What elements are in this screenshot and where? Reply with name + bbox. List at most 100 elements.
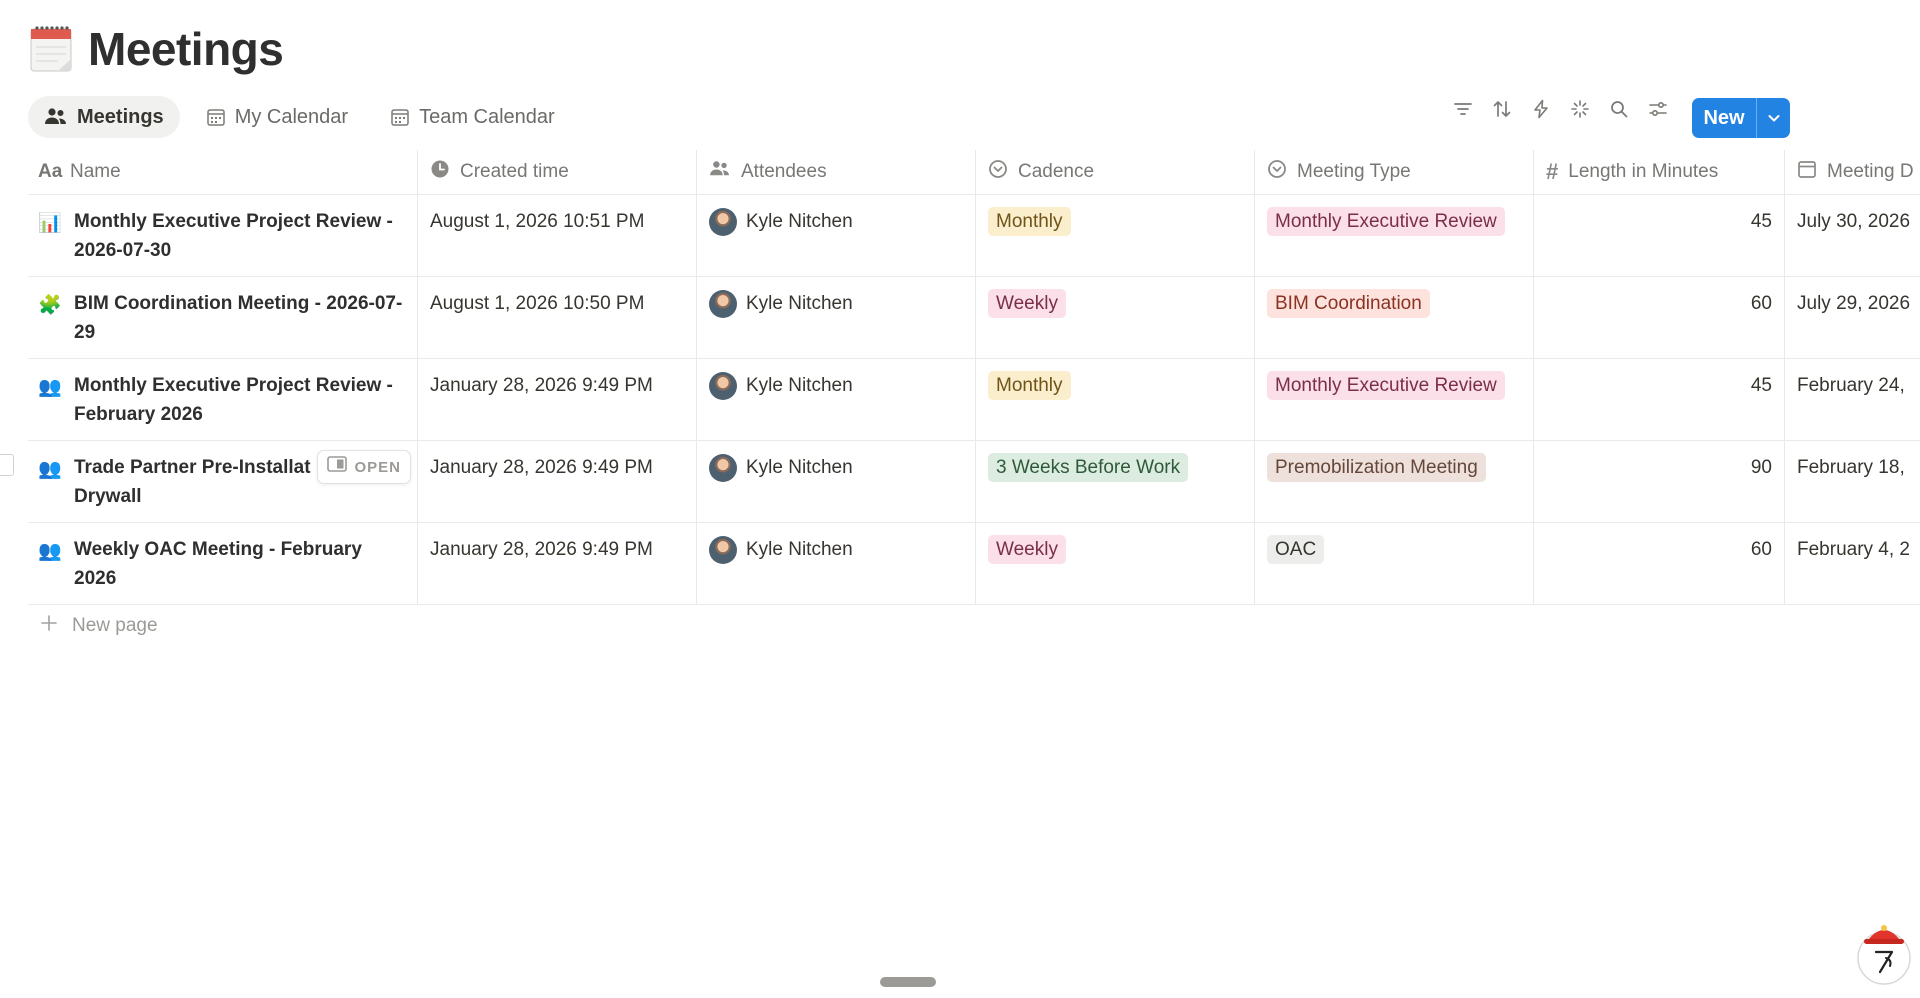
created-time-cell[interactable]: August 1, 2026 10:50 PM [418,277,697,358]
cadence-cell[interactable]: Weekly [976,523,1255,604]
meeting-date-cell[interactable]: July 30, 2026 [1785,195,1920,276]
select-icon [1267,159,1287,185]
column-label: Cadence [1018,161,1095,182]
length-cell[interactable]: 60 [1534,523,1785,604]
calendar-page-icon[interactable] [28,23,76,75]
meeting-date-cell[interactable]: February 18, [1785,441,1920,522]
people-icon [709,160,731,184]
meeting-date-cell[interactable]: February 24, [1785,359,1920,440]
people-icon: 👥 [38,459,62,480]
table-row[interactable]: 👥 Monthly Executive Project Review - Feb… [28,359,1920,441]
attendees-cell[interactable]: Kyle Nitchen [697,195,976,276]
table-row[interactable]: 📊 Monthly Executive Project Review - 202… [28,195,1920,277]
created-time-cell[interactable]: January 28, 2026 9:49 PM [418,523,697,604]
length-cell[interactable]: 45 [1534,359,1785,440]
number-type-icon: # [1546,159,1559,184]
open-page-button[interactable]: OPEN [317,450,411,484]
table-row[interactable]: 🧩 BIM Coordination Meeting - 2026-07-29 … [28,277,1920,359]
meeting-name[interactable]: Monthly Executive Project Review - 2026-… [74,207,405,276]
meeting-type-cell[interactable]: Monthly Executive Review [1255,195,1534,276]
avatar [709,289,737,318]
column-label: Meeting Type [1297,161,1411,182]
column-header-meeting-type[interactable]: Meeting Type [1255,150,1534,194]
help-assistant-icon[interactable] [1854,914,1914,986]
bar-chart-icon: 📊 [38,213,62,234]
attendee-name: Kyle Nitchen [746,211,853,232]
meeting-date-cell[interactable]: July 29, 2026 [1785,277,1920,358]
page-title: Meetings [88,23,284,75]
attendees-cell[interactable]: Kyle Nitchen [697,441,976,522]
sort-icon[interactable] [1491,98,1513,120]
table-row[interactable]: 👥 Trade Partner Pre-Installat Meeting - … [28,441,1920,523]
meeting-type-cell[interactable]: Monthly Executive Review [1255,359,1534,440]
people-icon: 👥 [38,541,62,562]
created-time-cell[interactable]: August 1, 2026 10:51 PM [418,195,697,276]
meeting-name[interactable]: Weekly OAC Meeting - February 2026 [74,535,405,604]
people-icon: 👥 [38,377,62,398]
attendee-name: Kyle Nitchen [746,375,853,396]
meeting-type-cell[interactable]: OAC [1255,523,1534,604]
length-cell[interactable]: 90 [1534,441,1785,522]
avatar [709,207,737,236]
search-icon[interactable] [1608,98,1630,120]
meeting-type-tag: Monthly Executive Review [1267,371,1505,400]
attendee-name: Kyle Nitchen [746,539,853,560]
tab-team-calendar[interactable]: Team Calendar [374,96,571,138]
table-row[interactable]: 👥 Weekly OAC Meeting - February 2026 Jan… [28,523,1920,605]
new-button[interactable]: New [1692,98,1790,138]
attendee-name: Kyle Nitchen [746,457,853,478]
column-header-cadence[interactable]: Cadence [976,150,1255,194]
created-time-cell[interactable]: January 28, 2026 9:49 PM [418,359,697,440]
calendar-icon [1797,159,1817,185]
scroll-handle[interactable] [880,977,936,987]
cadence-cell[interactable]: 3 Weeks Before Work [976,441,1255,522]
column-header-meeting-date[interactable]: Meeting D [1785,150,1920,194]
attendees-cell[interactable]: Kyle Nitchen [697,359,976,440]
name-cell[interactable]: 👥 Weekly OAC Meeting - February 2026 [28,523,418,604]
name-cell[interactable]: 🧩 BIM Coordination Meeting - 2026-07-29 [28,277,418,358]
people-icon [44,107,68,127]
settings-icon[interactable] [1647,98,1669,120]
tab-label: My Calendar [234,105,349,128]
cadence-cell[interactable]: Monthly [976,195,1255,276]
created-time-cell[interactable]: January 28, 2026 9:49 PM [418,441,697,522]
name-cell[interactable]: 👥 Trade Partner Pre-Installat Meeting - … [28,441,418,522]
new-page-button[interactable]: New page [40,614,158,638]
column-header-created-time[interactable]: Created time [418,150,697,194]
attendees-cell[interactable]: Kyle Nitchen [697,277,976,358]
row-select-checkbox[interactable] [0,454,14,476]
column-header-attendees[interactable]: Attendees [697,150,976,194]
tab-my-calendar[interactable]: My Calendar [190,96,364,138]
cadence-cell[interactable]: Monthly [976,359,1255,440]
column-header-length[interactable]: # Length in Minutes [1534,150,1785,194]
select-icon [988,159,1008,185]
length-cell[interactable]: 45 [1534,195,1785,276]
length-cell[interactable]: 60 [1534,277,1785,358]
ai-sparkle-icon[interactable] [1569,98,1591,120]
chevron-down-icon[interactable] [1757,110,1790,126]
column-label: Attendees [741,161,827,182]
filter-icon[interactable] [1452,98,1474,120]
attendee-name: Kyle Nitchen [746,293,853,314]
avatar [709,371,737,400]
name-cell[interactable]: 👥 Monthly Executive Project Review - Feb… [28,359,418,440]
cadence-tag: Monthly [988,207,1071,236]
cadence-tag: 3 Weeks Before Work [988,453,1189,482]
cadence-cell[interactable]: Weekly [976,277,1255,358]
cadence-tag: Weekly [988,535,1066,564]
tab-label: Team Calendar [419,105,555,128]
meeting-date-cell[interactable]: February 4, 2 [1785,523,1920,604]
tab-label: Meetings [77,105,164,128]
attendees-cell[interactable]: Kyle Nitchen [697,523,976,604]
meeting-type-cell[interactable]: BIM Coordination [1255,277,1534,358]
meeting-type-cell[interactable]: Premobilization Meeting [1255,441,1534,522]
automation-icon[interactable] [1530,98,1552,120]
name-cell[interactable]: 📊 Monthly Executive Project Review - 202… [28,195,418,276]
meeting-name[interactable]: BIM Coordination Meeting - 2026-07-29 [74,289,405,358]
page-header: Meetings [28,22,284,76]
column-header-name[interactable]: Aa Name [28,150,418,194]
text-type-icon: Aa [38,161,63,182]
table-header-row: Aa Name Created time Attendees Cadence M… [28,150,1920,195]
meeting-name[interactable]: Monthly Executive Project Review - Febru… [74,371,405,440]
tab-meetings[interactable]: Meetings [28,96,180,138]
